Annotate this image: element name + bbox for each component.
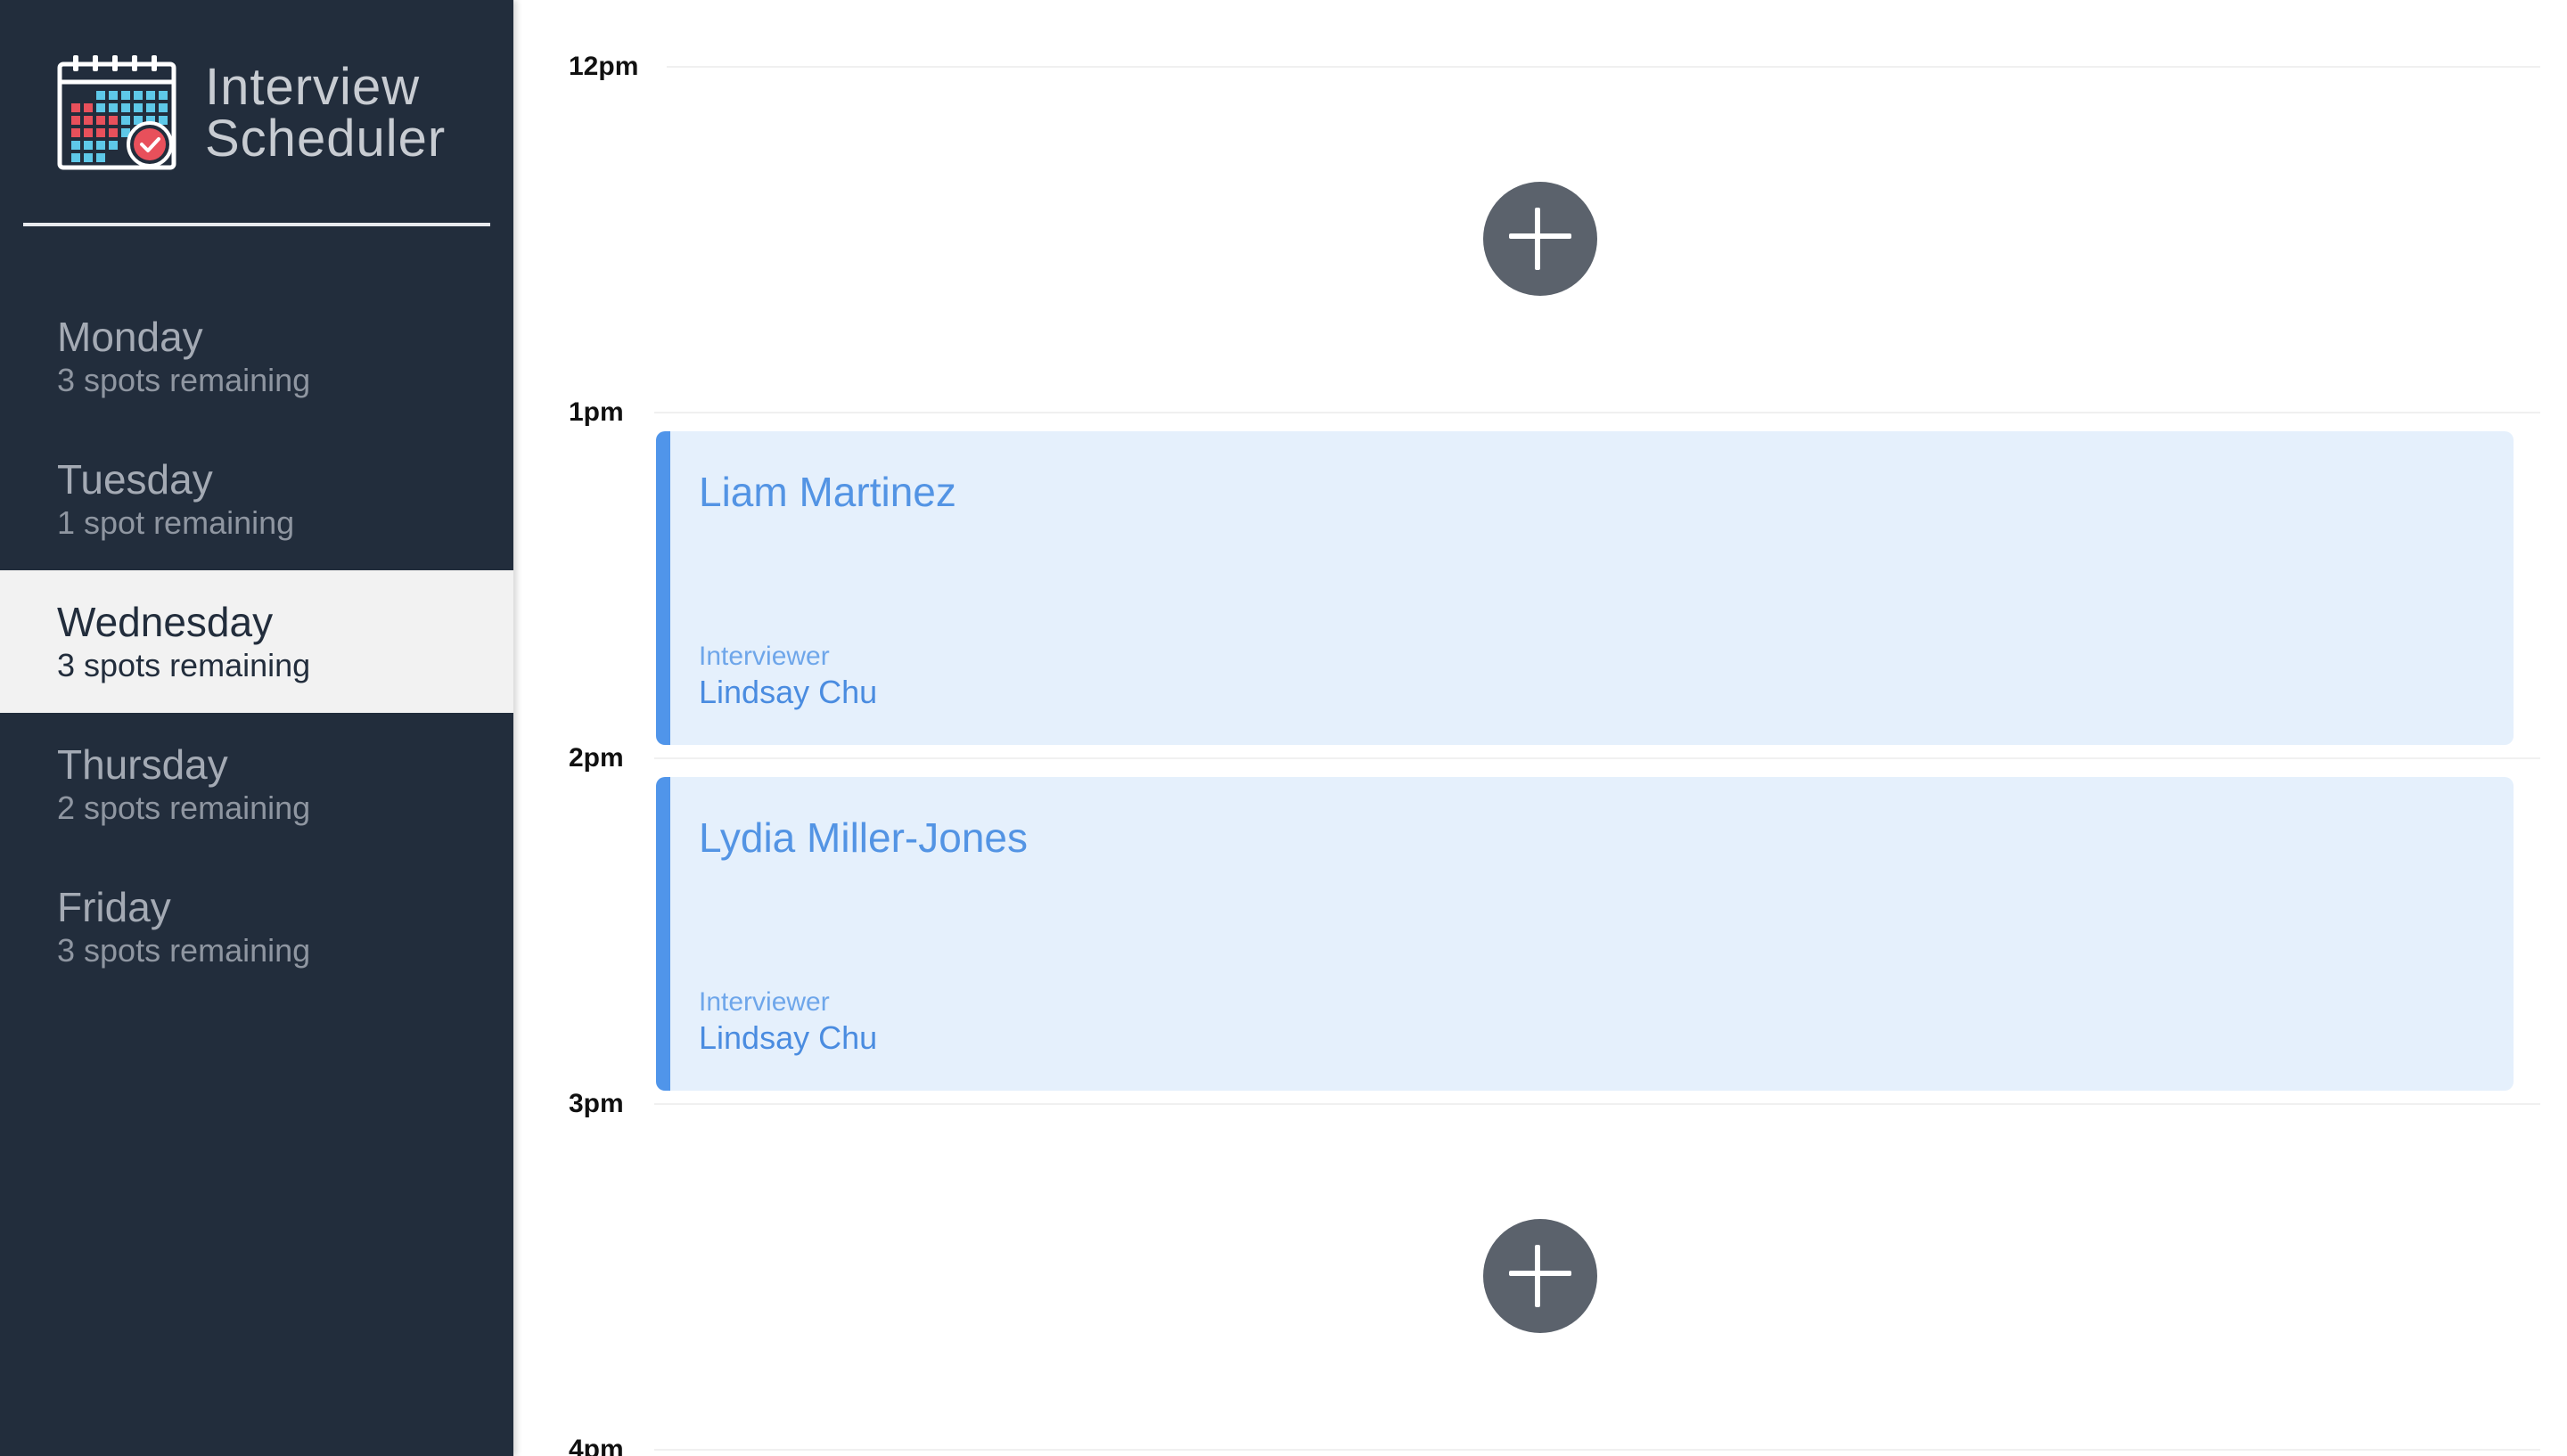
time-slot-4pm: 4pm xyxy=(513,1383,2567,1456)
time-slot-2pm: 2pm Lydia Miller-Jones Interviewer Linds… xyxy=(513,691,2567,1091)
time-label: 2pm xyxy=(569,743,624,773)
time-slot-1pm: 1pm Liam Martinez Interviewer Lindsay Ch… xyxy=(513,346,2567,745)
time-label: 3pm xyxy=(569,1089,624,1118)
day-list: Monday 3 spots remaining Tuesday 1 spot … xyxy=(0,285,513,998)
day-name: Wednesday xyxy=(57,599,274,645)
day-name: Thursday xyxy=(57,741,228,788)
time-label: 12pm xyxy=(569,52,639,81)
day-spots-remaining: 2 spots remaining xyxy=(57,789,311,826)
time-separator xyxy=(654,1449,2540,1451)
day-name: Friday xyxy=(57,884,171,930)
day-spots-remaining: 3 spots remaining xyxy=(57,932,311,969)
student-name: Liam Martinez xyxy=(699,469,956,515)
day-spots-remaining: 3 spots remaining xyxy=(57,647,311,683)
schedule: 12pm 1pm Liam Martinez Interviewer Linds… xyxy=(513,0,2567,1456)
app-title-line2: Scheduler xyxy=(205,110,447,168)
time-separator xyxy=(654,757,2540,759)
day-name: Monday xyxy=(57,314,203,360)
calendar-check-icon xyxy=(57,55,176,170)
student-name: Lydia Miller-Jones xyxy=(699,814,1028,861)
time-separator xyxy=(667,66,2540,68)
time-slot-12pm: 12pm xyxy=(513,0,2567,346)
sidebar-divider xyxy=(23,223,490,226)
day-item-tuesday[interactable]: Tuesday 1 spot remaining xyxy=(0,428,513,570)
day-spots-remaining: 3 spots remaining xyxy=(57,362,311,398)
time-separator xyxy=(654,412,2540,413)
sidebar: Interview Scheduler Monday 3 spots remai… xyxy=(0,0,513,1456)
time-slot-3pm: 3pm xyxy=(513,1037,2567,1383)
app-title: Interview Scheduler xyxy=(205,61,446,165)
day-item-wednesday[interactable]: Wednesday 3 spots remaining xyxy=(0,570,513,713)
add-appointment-button[interactable] xyxy=(1483,1219,1597,1333)
interviewer-label: Interviewer xyxy=(699,642,830,671)
app-logo: Interview Scheduler xyxy=(57,55,467,171)
day-spots-remaining: 1 spot remaining xyxy=(57,504,295,541)
day-name: Tuesday xyxy=(57,456,213,503)
time-separator xyxy=(654,1103,2540,1105)
app-title-line1: Interview xyxy=(205,58,421,116)
day-item-thursday[interactable]: Thursday 2 spots remaining xyxy=(0,713,513,855)
app-root: Interview Scheduler Monday 3 spots remai… xyxy=(0,0,2567,1456)
interviewer-label: Interviewer xyxy=(699,987,830,1017)
day-item-friday[interactable]: Friday 3 spots remaining xyxy=(0,855,513,998)
time-label: 4pm xyxy=(569,1435,624,1456)
day-item-monday[interactable]: Monday 3 spots remaining xyxy=(0,285,513,428)
time-label: 1pm xyxy=(569,397,624,427)
add-appointment-button[interactable] xyxy=(1483,182,1597,296)
